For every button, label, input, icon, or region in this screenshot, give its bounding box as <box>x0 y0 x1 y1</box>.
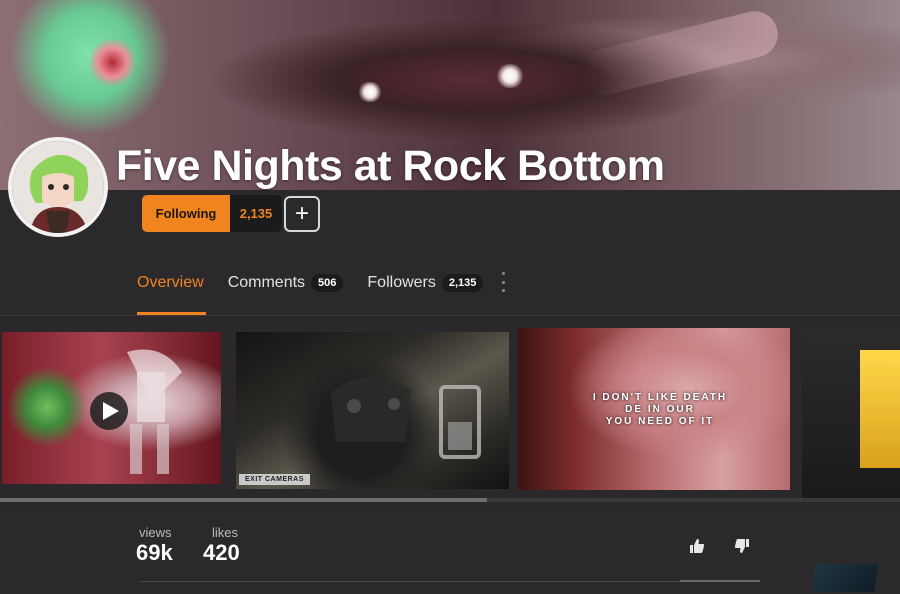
likes-label: likes <box>212 525 239 540</box>
banner-art-eye-right <box>495 64 525 88</box>
thumb-art <box>860 350 900 468</box>
gallery-thumb-partial[interactable] <box>802 328 900 498</box>
stats-divider <box>140 581 760 582</box>
profile-tabs: Overview Comments 506 Followers 2,135 <box>137 270 507 316</box>
meme-caption-line2: DE IN OUR <box>625 404 695 415</box>
tab-overview[interactable]: Overview <box>137 270 204 296</box>
corner-preview-image <box>812 564 878 592</box>
likes-value: 420 <box>203 540 240 565</box>
exit-cameras-tag: EXIT CAMERAS <box>239 474 310 485</box>
meme-caption-line3: YOU NEED OF IT <box>605 416 715 427</box>
channel-avatar[interactable] <box>8 137 108 237</box>
gallery-thumb-video[interactable] <box>2 332 221 484</box>
meme-caption: I DON'T LIKE DEATH DE IN OUR YOU NEED OF… <box>580 392 740 428</box>
following-button[interactable]: Following <box>142 195 230 232</box>
gallery-thumb-meme[interactable]: I DON'T LIKE DEATH DE IN OUR YOU NEED OF… <box>518 328 790 490</box>
banner-art-eye-left <box>357 82 383 102</box>
tab-comments-label: Comments <box>227 274 306 291</box>
tab-comments[interactable]: Comments 506 <box>228 270 344 296</box>
comments-count-badge: 506 <box>311 274 344 292</box>
active-tab-indicator <box>137 312 206 315</box>
more-vertical-icon[interactable] <box>496 272 510 292</box>
tab-followers[interactable]: Followers 2,135 <box>367 270 484 296</box>
tab-followers-label: Followers <box>367 274 436 291</box>
banner-art-mouth <box>90 35 135 90</box>
play-button[interactable] <box>90 392 128 430</box>
plus-icon: + <box>294 200 309 227</box>
thumb-art <box>331 376 481 459</box>
follow-group: Following 2,135 <box>142 195 282 232</box>
channel-title: Five Nights at Rock Bottom <box>116 142 665 190</box>
add-button[interactable]: + <box>284 196 320 232</box>
thumbs-up-icon <box>690 539 705 553</box>
views-label: views <box>139 525 172 540</box>
vote-ratio-bar <box>680 580 760 582</box>
dislike-button[interactable] <box>734 538 750 554</box>
banner-art-horn <box>577 6 783 100</box>
like-button[interactable] <box>689 538 705 554</box>
avatar-image <box>12 141 104 233</box>
meme-caption-line1: I DON'T LIKE DEATH <box>592 392 728 403</box>
gallery-scroll-thumb[interactable] <box>0 498 487 502</box>
views-value: 69k <box>136 540 173 565</box>
thumbs-down-icon <box>734 539 749 553</box>
followers-tab-badge: 2,135 <box>441 274 484 292</box>
followers-count-badge: 2,135 <box>230 195 282 232</box>
play-icon <box>102 402 119 420</box>
tab-overview-label: Overview <box>137 274 204 291</box>
gallery-thumb-image[interactable]: EXIT CAMERAS <box>236 332 509 489</box>
media-gallery: EXIT CAMERAS I DON'T LIKE DEATH DE IN OU… <box>0 316 900 506</box>
